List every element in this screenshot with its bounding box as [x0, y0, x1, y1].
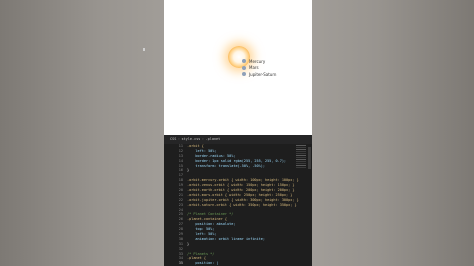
code-editor[interactable]: CSS › style.css › .planet 11 .orbit {12 left:… [164, 135, 312, 266]
code-area[interactable]: 11 .orbit {12 left: 50%; 13 border-radius:… [164, 144, 312, 266]
code-text: position: | [187, 261, 219, 266]
planet-dot-icon [242, 72, 246, 76]
scrollbar[interactable] [308, 147, 311, 169]
legend-item: Mars [242, 65, 276, 71]
legend-label: Jupiter-Saturn [249, 71, 277, 77]
line-number: 35 [178, 261, 183, 266]
mouse-cursor-icon [143, 48, 145, 51]
breadcrumb: CSS › style.css › .planet [164, 135, 312, 144]
background-right-panel [312, 0, 474, 266]
legend-label: Mars [249, 65, 259, 70]
background-left-panel [0, 0, 164, 266]
minimap[interactable] [296, 145, 306, 195]
planet-legend: Mercury Mars Jupiter-Saturn [242, 58, 276, 78]
legend-label: Mercury [249, 58, 266, 64]
code-text: } [187, 168, 190, 173]
planet-dot-icon [242, 65, 246, 70]
solar-system-preview: Mercury Mars Jupiter-Saturn [164, 0, 312, 135]
planet-dot-icon [242, 59, 246, 63]
legend-item: Mercury [242, 58, 276, 64]
code-text: animation: orbit linear infinite; [187, 236, 265, 241]
breadcrumb-item[interactable]: style.css [181, 137, 200, 141]
phone-screen: Mercury Mars Jupiter-Saturn CSS › style.cs… [164, 0, 312, 266]
code-text: .orbit.saturn-orbit { width: 350px; heig… [187, 202, 297, 207]
breadcrumb-item[interactable]: .planet [206, 137, 221, 141]
breadcrumb-item[interactable]: CSS [170, 137, 176, 141]
code-text: } [187, 241, 190, 246]
code-line[interactable]: 35 position: | [164, 261, 312, 266]
legend-item: Jupiter-Saturn [242, 71, 276, 77]
code-text: transform: translate(-50%, -50%); [187, 163, 265, 168]
